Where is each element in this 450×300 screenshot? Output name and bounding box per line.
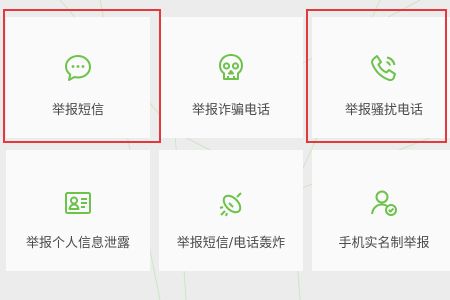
tile-label: 手机实名制举报 — [338, 236, 430, 251]
chat-bubble-icon — [62, 52, 94, 84]
tile-label: 举报短信 — [51, 103, 104, 118]
tile-report-info-leak[interactable]: 举报个人信息泄露 — [6, 150, 150, 271]
tile-report-harassment-call[interactable]: 举报骚扰电话 — [312, 17, 450, 138]
tile-report-sms[interactable]: 举报短信 — [6, 17, 150, 138]
tile-label: 举报诈骗电话 — [191, 103, 270, 118]
bomb-icon — [215, 187, 247, 219]
tile-label: 举报骚扰电话 — [344, 103, 423, 118]
id-card-icon — [62, 187, 94, 219]
tile-label: 举报短信/电话轰炸 — [176, 236, 286, 251]
phone-icon — [368, 52, 400, 84]
tile-report-bombing[interactable]: 举报短信/电话轰炸 — [159, 150, 303, 271]
tile-real-name-report[interactable]: 手机实名制举报 — [312, 150, 450, 271]
tile-label: 举报个人信息泄露 — [25, 236, 130, 251]
skull-icon — [215, 52, 247, 84]
user-verified-icon — [368, 187, 400, 219]
tile-report-fraud-call[interactable]: 举报诈骗电话 — [159, 17, 303, 138]
